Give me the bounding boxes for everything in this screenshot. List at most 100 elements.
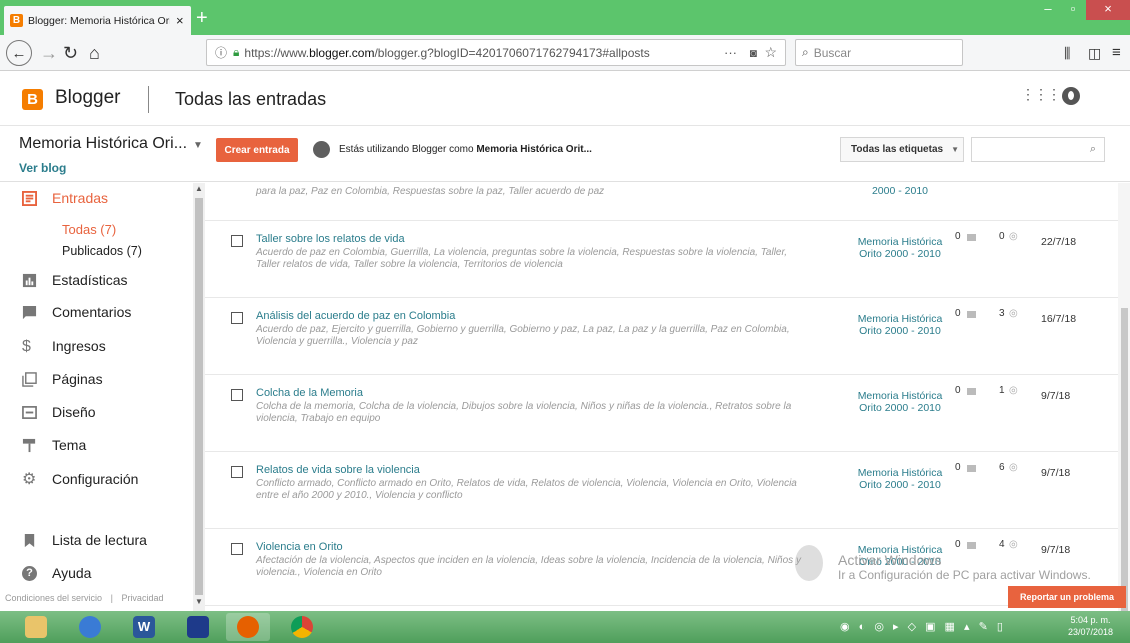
post-author[interactable]: Memoria Histórica Orito 2000 - 2010 <box>845 467 955 491</box>
activation-watermark: Activar Windows Ir a Configuración de PC… <box>838 552 1091 583</box>
table-row[interactable]: Taller sobre los relatos de vida Acuerdo… <box>205 221 1118 298</box>
blog-selector[interactable]: Memoria Histórica Ori... ▼ <box>19 135 203 153</box>
sidebar-item-reading-list[interactable]: Lista de lectura <box>0 528 193 552</box>
taskbar-word[interactable]: W <box>122 613 166 641</box>
table-row[interactable]: Relatos de vida sobre la violencia Confl… <box>205 452 1118 529</box>
browser-tab[interactable]: B Blogger: Memoria Histórica Ori × <box>4 6 191 35</box>
window-close-icon[interactable]: × <box>1086 0 1130 20</box>
chevron-down-icon: ▼ <box>193 140 203 151</box>
terms-link[interactable]: Condiciones del servicio <box>5 593 102 603</box>
table-row[interactable]: Análisis del acuerdo de paz en Colombia … <box>205 298 1118 375</box>
sidebar-item-label: Ayuda <box>52 565 92 581</box>
sidebar-scrollbar[interactable]: ▲ ▼ <box>193 183 205 611</box>
sidebar-item-theme[interactable]: Tema <box>0 433 193 457</box>
hamburger-menu-icon[interactable]: ≡ <box>1112 44 1121 61</box>
layout-icon <box>22 405 37 419</box>
home-icon[interactable]: ⌂ <box>89 43 100 64</box>
posts-scrollbar[interactable] <box>1118 183 1130 611</box>
new-post-button[interactable]: Crear entrada <box>216 138 298 162</box>
labels-filter-dropdown[interactable]: Todas las etiquetas ▼ <box>840 137 964 162</box>
post-checkbox[interactable] <box>231 235 243 247</box>
system-tray[interactable]: ◉ ◐ ◎ ▸ ◇ ▣ ▦ ▴ ✎ ▯ <box>840 620 1006 633</box>
table-row[interactable]: para la paz, Paz en Colombia, Respuestas… <box>205 183 1118 221</box>
url-text: https://www.blogger.com/blogger.g?blogID… <box>244 45 650 60</box>
posts-icon <box>22 190 37 206</box>
scrollbar-thumb[interactable] <box>1121 308 1128 611</box>
post-checkbox[interactable] <box>231 543 243 555</box>
back-arrow-icon[interactable]: ← <box>6 40 32 66</box>
chrome-icon <box>291 616 313 638</box>
new-tab-icon[interactable]: + <box>196 7 208 30</box>
tab-close-icon[interactable]: × <box>176 13 184 28</box>
taskbar-chrome[interactable] <box>280 613 324 641</box>
sidebar-sub-all[interactable]: Todas (7) <box>62 222 116 237</box>
report-problem-button[interactable]: Reportar un problema <box>1008 586 1126 608</box>
bookmark-star-icon[interactable]: ☆ <box>764 44 777 61</box>
taskbar-media[interactable] <box>176 613 220 641</box>
scroll-up-icon[interactable]: ▲ <box>195 184 203 193</box>
post-title[interactable]: Colcha de la Memoria <box>256 387 363 399</box>
sidebar-item-label: Estadísticas <box>52 272 128 288</box>
sidebar-item-help[interactable]: ? Ayuda <box>0 561 193 585</box>
page-actions-icon[interactable]: ··· <box>724 45 737 60</box>
sidebar-sub-published[interactable]: Publicados (7) <box>62 244 142 258</box>
post-author[interactable]: Memoria Histórica Orito 2000 - 2010 <box>845 390 955 414</box>
pocket-icon[interactable]: ◙ <box>750 46 757 60</box>
sidebar-item-layout[interactable]: Diseño <box>0 400 193 424</box>
comment-icon <box>967 542 976 549</box>
post-author[interactable]: Memoria Histórica Orito 2000 - 2010 <box>845 313 955 337</box>
comment-count: 0 <box>955 385 961 396</box>
browser-search-input[interactable]: ⌕ Buscar <box>795 39 963 66</box>
post-checkbox[interactable] <box>231 466 243 478</box>
account-avatar-icon[interactable] <box>1062 87 1080 105</box>
library-icon[interactable]: ⫼ <box>1064 45 1070 62</box>
post-checkbox[interactable] <box>231 389 243 401</box>
forward-arrow-icon[interactable]: → <box>40 43 58 64</box>
post-title[interactable]: Análisis del acuerdo de paz en Colombia <box>256 310 455 322</box>
post-title[interactable]: Relatos de vida sobre la violencia <box>256 464 420 476</box>
search-icon: ⌕ <box>802 45 809 59</box>
info-icon[interactable]: ⓘ <box>215 44 227 61</box>
blogger-logo-icon[interactable]: B <box>22 89 43 110</box>
post-labels: Acuerdo de paz en Colombia, Guerrilla, L… <box>256 247 788 270</box>
post-title[interactable]: Violencia en Orito <box>256 541 343 553</box>
apps-grid-icon[interactable]: ⋮⋮⋮ <box>1021 86 1061 103</box>
chevron-down-icon: ▼ <box>951 145 959 154</box>
folder-icon <box>25 616 47 638</box>
taskbar-app[interactable] <box>68 613 112 641</box>
post-author[interactable]: Memoria Histórica Orito 2000 - 2010 <box>845 236 955 260</box>
post-labels: Colcha de la memoria, Colcha de la viole… <box>256 401 792 424</box>
view-count: 6 <box>999 462 1005 473</box>
post-checkbox[interactable] <box>231 312 243 324</box>
post-title[interactable]: Taller sobre los relatos de vida <box>256 233 405 245</box>
taskbar-file-explorer[interactable] <box>14 613 58 641</box>
left-sidebar: Entradas Todas (7) Publicados (7) Estadí… <box>0 183 193 611</box>
table-row[interactable]: Colcha de la Memoria Colcha de la memori… <box>205 375 1118 452</box>
comment-count: 0 <box>955 231 961 242</box>
app-name[interactable]: Blogger <box>55 87 121 109</box>
sidebar-item-earnings[interactable]: $ Ingresos <box>0 334 193 358</box>
word-icon: W <box>133 616 155 638</box>
paint-roller-icon <box>22 438 36 452</box>
sidebar-item-pages[interactable]: Páginas <box>0 367 193 391</box>
view-blog-link[interactable]: Ver blog <box>19 161 66 175</box>
privacy-link[interactable]: Privacidad <box>121 593 163 603</box>
posts-toolbar: Memoria Histórica Ori... ▼ Ver blog Crear… <box>0 127 1130 182</box>
window-minimize-icon[interactable]: – <box>1036 0 1060 20</box>
sidebar-item-settings[interactable]: ⚙ Configuración <box>0 467 193 491</box>
address-bar[interactable]: ⓘ 🔒︎ https://www.blogger.com/blogger.g?b… <box>206 39 786 66</box>
eye-icon: ◎ <box>1009 231 1018 242</box>
reload-icon[interactable]: ↻ <box>63 43 78 64</box>
scroll-down-icon[interactable]: ▼ <box>195 597 203 606</box>
scrollbar-thumb[interactable] <box>195 198 203 595</box>
sidebar-item-comments[interactable]: Comentarios <box>0 300 193 324</box>
taskbar-clock[interactable]: 5:04 p. m. 23/07/2018 <box>1068 614 1113 638</box>
post-author[interactable]: 2000 - 2010 <box>845 185 955 197</box>
window-maximize-icon[interactable]: ▫ <box>1061 0 1085 20</box>
search-posts-input[interactable]: ⌕ <box>971 137 1105 162</box>
taskbar-firefox[interactable] <box>226 613 270 641</box>
sidebar-toggle-icon[interactable]: ◫ <box>1088 45 1101 62</box>
sidebar-item-entradas[interactable]: Entradas <box>0 186 193 210</box>
sidebar-item-label: Comentarios <box>52 304 132 320</box>
sidebar-item-stats[interactable]: Estadísticas <box>0 268 193 292</box>
